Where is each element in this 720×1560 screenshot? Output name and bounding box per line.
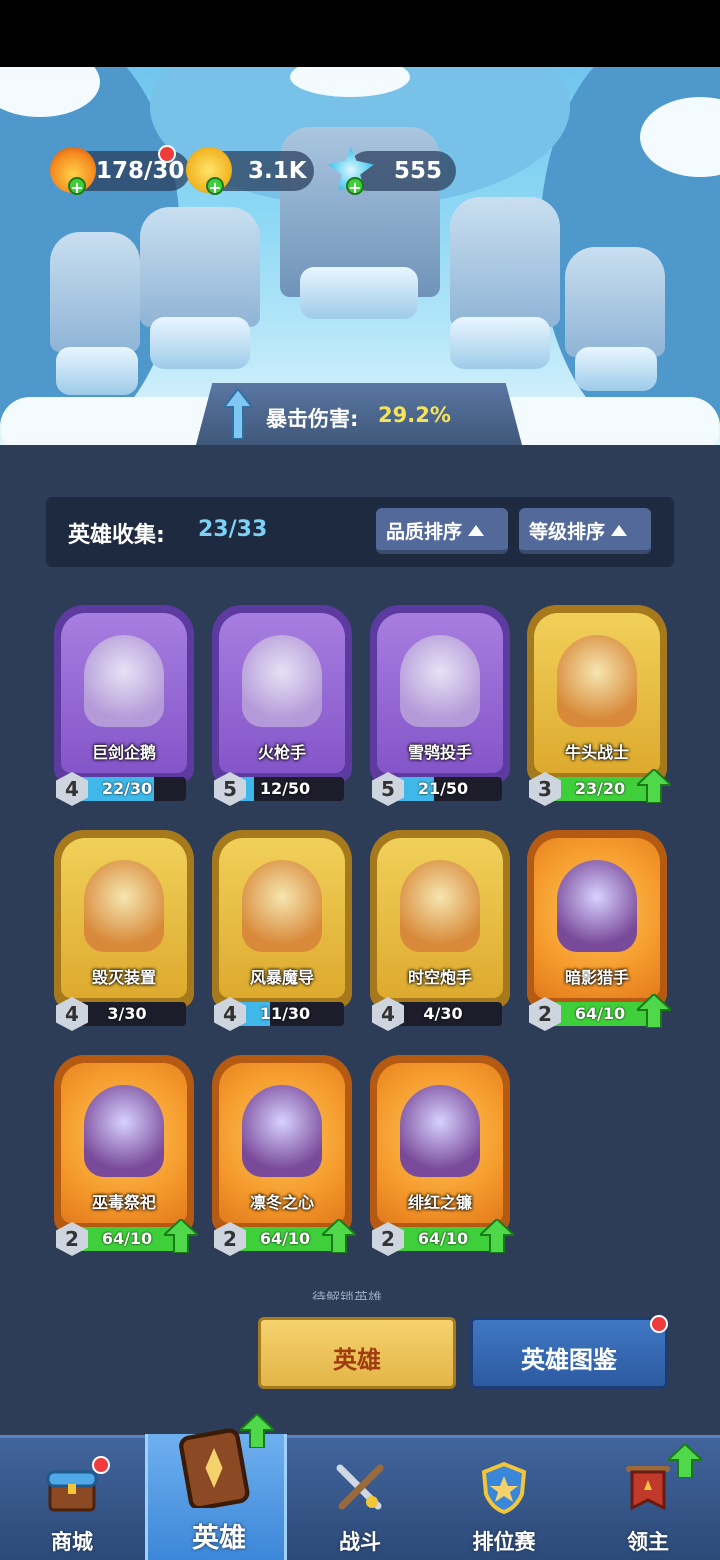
hero-name: 暗影猎手 [564,968,629,987]
pedestal [300,267,418,319]
add-coins-icon[interactable]: + [206,177,224,196]
upgrade-arrow-icon [637,994,671,1028]
hero-portrait [84,635,164,727]
statue-golem [50,232,140,352]
hero-portrait [400,635,480,727]
pedestal [56,347,138,395]
nav-battle[interactable]: 战斗 [288,1438,432,1560]
rank-shield-icon [481,1461,527,1515]
sort-level-button[interactable]: 等级排序 [519,508,651,554]
nav-shop[interactable]: 商城 [0,1438,144,1560]
collection-count: 23/33 [198,517,268,542]
hero-portrait [557,860,637,952]
hero-card[interactable]: 火枪手 12/50 5 [212,605,352,806]
add-gems-icon[interactable]: + [346,177,364,196]
add-stamina-icon[interactable]: + [68,177,86,196]
hero-name: 雪鸮投手 [407,743,472,762]
nav-ranked[interactable]: 排位赛 [432,1438,576,1560]
collection-title: 英雄收集: [68,523,165,548]
statue-griffin [140,207,260,327]
nav-hero-label: 英雄 [192,1523,246,1554]
nav-hero[interactable]: 英雄 [145,1414,287,1560]
triangle-up-icon [611,525,628,536]
chest-icon [46,1470,98,1512]
hero-portrait [400,1085,480,1177]
hero-portrait [242,635,322,727]
notification-dot [92,1456,110,1474]
hero-name: 时空炮手 [407,968,472,987]
pedestal [150,317,250,369]
sort-quality-button[interactable]: 品质排序 [376,508,508,554]
hero-button[interactable]: 英雄 [258,1317,456,1389]
upgrade-arrow-icon [322,1219,356,1253]
triangle-up-icon [468,525,485,536]
crossed-swords-icon [336,1464,384,1510]
statue-robot [565,247,665,357]
pedestal [575,347,657,391]
hero-card[interactable]: 暗影猎手 64/10 2 [527,830,671,1031]
gem-value: 555 [394,158,443,184]
locked-heroes-heading: 待解锁英雄 [312,1291,382,1300]
nav-shop-label: 商城 [51,1530,93,1554]
upgrade-arrow-icon [240,1414,274,1448]
status-bar [0,0,720,67]
hero-card[interactable]: 巫毒祭祀 64/10 2 [54,1055,198,1256]
hero-portrait [242,860,322,952]
hero-name: 火枪手 [257,743,306,762]
hero-card[interactable]: 巨剑企鹅 22/30 4 [54,605,194,806]
bottom-nav: 商城 英雄 战斗 排位赛 领主 [0,1414,720,1560]
statue-knight [450,197,560,327]
sort-quality-label: 品质排序 [386,521,463,543]
hero-card[interactable]: 牛头战士 23/20 3 [527,605,671,806]
nav-lord[interactable]: 领主 [576,1438,720,1560]
hero-card[interactable]: 风暴魔导 11/30 4 [212,830,352,1031]
sort-level-label: 等级排序 [529,521,606,543]
pedestal [450,317,550,369]
hero-panel: 英雄收集: 23/33 品质排序 等级排序 巨剑企鹅 22/30 4 火枪手 12/50… [0,445,720,1435]
notification-dot [158,145,176,163]
hero-name: 绯红之镰 [407,1193,472,1212]
hero-portrait [242,1085,322,1177]
hero-codex-button[interactable]: 英雄图鉴 [470,1317,668,1389]
hero-portrait [400,860,480,952]
nav-lord-label: 领主 [627,1530,669,1554]
upgrade-arrow-icon [637,769,671,803]
hero-card[interactable]: 绯红之镰 64/10 2 [370,1055,514,1256]
hero-card[interactable]: 雪鸮投手 21/50 5 [370,605,510,806]
upgrade-arrow-icon [164,1219,198,1253]
hero-card[interactable]: 毁灭装置 3/30 4 [54,830,194,1031]
up-arrow-icon [224,389,252,439]
upgrade-arrow-icon [480,1219,514,1253]
hero-name: 巫毒祭祀 [91,1193,156,1212]
collection-header: 英雄收集: 23/33 品质排序 等级排序 [46,497,674,567]
upgrade-arrow-icon [668,1444,702,1478]
hero-portrait [84,860,164,952]
hero-name: 巨剑企鹅 [91,743,156,762]
hero-name: 毁灭装置 [91,968,156,987]
coin-value: 3.1K [248,158,307,184]
crit-value: 29.2% [378,403,451,427]
nav-ranked-label: 排位赛 [472,1530,536,1554]
crit-damage-banner: 暴击伤害: 29.2% [196,383,522,445]
hero-name: 牛头战士 [564,743,629,762]
notification-dot [650,1315,668,1333]
hero-portrait [84,1085,164,1177]
nav-battle-label: 战斗 [339,1530,381,1554]
hero-codex-label: 英雄图鉴 [521,1346,617,1374]
hero-name: 凛冬之心 [249,1193,314,1212]
hero-portrait [557,635,637,727]
hero-name: 风暴魔导 [249,968,314,987]
hero-card[interactable]: 凛冬之心 64/10 2 [212,1055,356,1256]
hero-card[interactable]: 时空炮手 4/30 4 [370,830,510,1031]
crit-label: 暴击伤害: [266,407,359,431]
